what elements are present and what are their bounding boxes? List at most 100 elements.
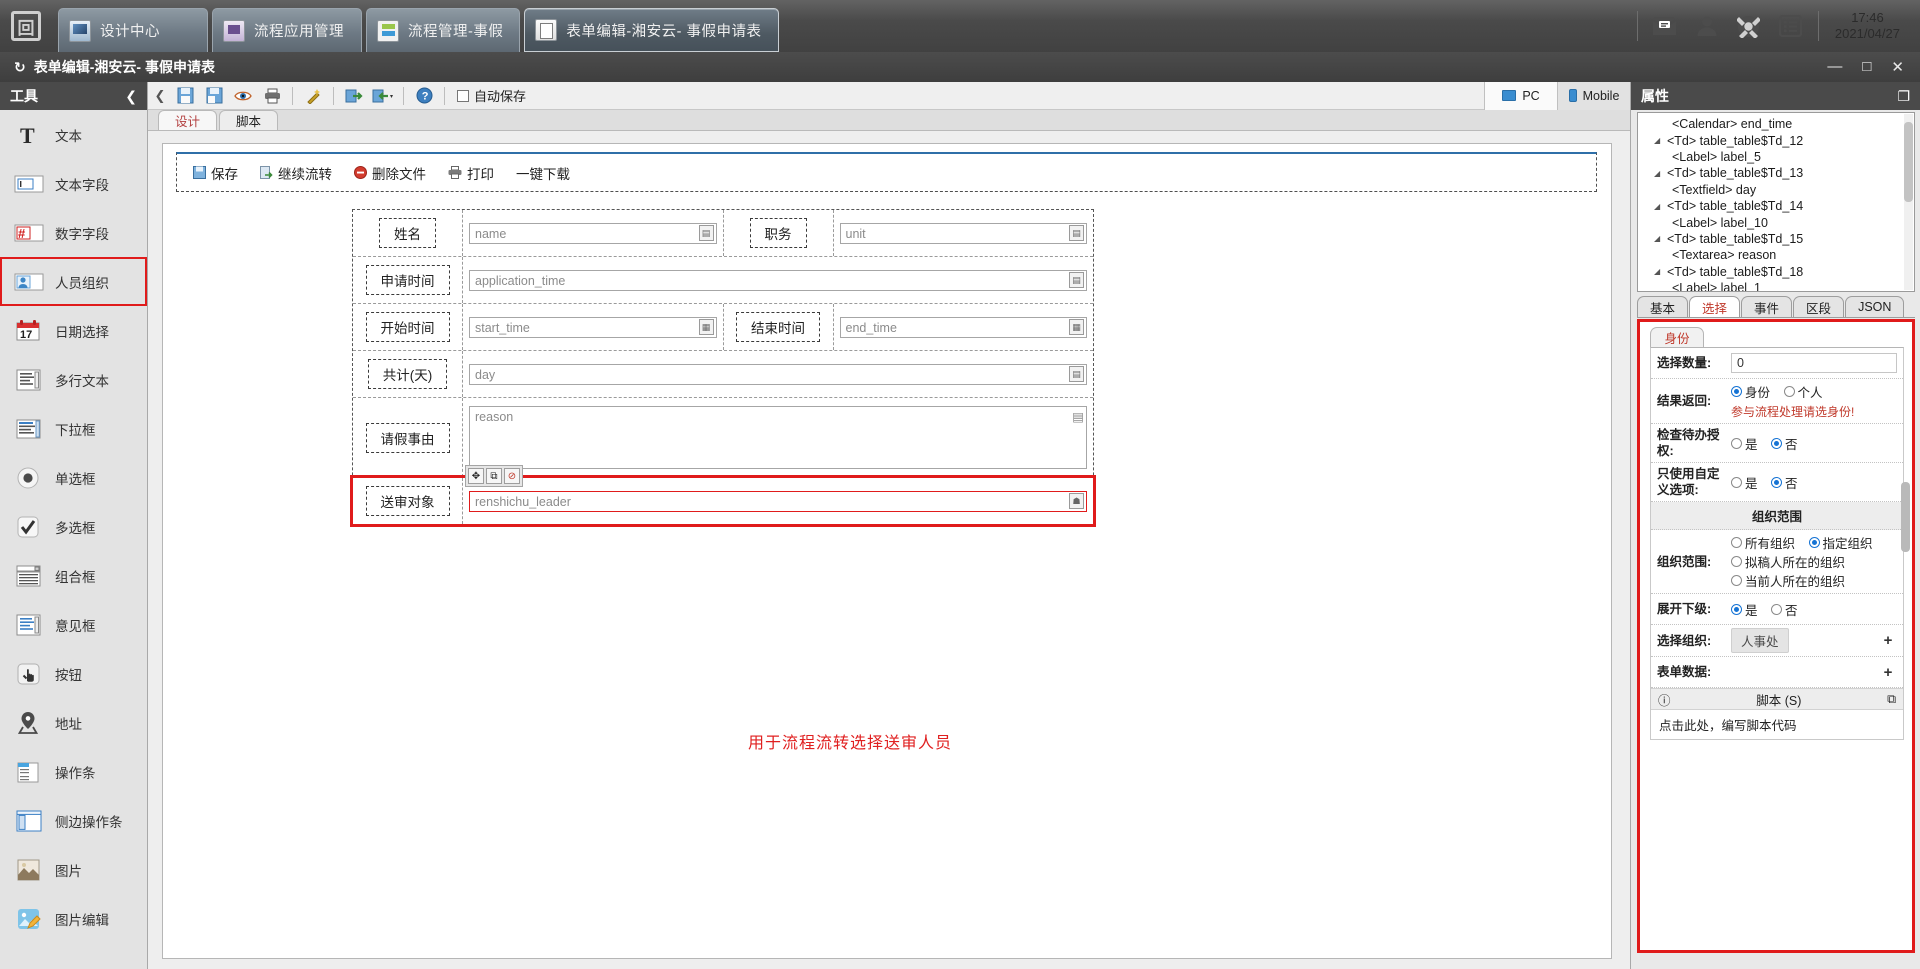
expand-arrow-icon[interactable]: ◢ <box>1654 169 1663 178</box>
radio-expand-yes[interactable]: 是 <box>1731 600 1758 619</box>
tool-item-checkbox[interactable]: 多选框 <box>0 502 147 551</box>
tool-item-button[interactable]: 按钮 <box>0 649 147 698</box>
close-button[interactable]: ✕ <box>1891 58 1904 76</box>
view-mode-pc[interactable]: PC <box>1484 81 1557 110</box>
radio-org-drafter[interactable]: 拟稿人所在的组织 <box>1731 552 1845 571</box>
tree-scrollbar-thumb[interactable] <box>1904 122 1913 202</box>
tool-item-image-edit[interactable]: 图片编辑 <box>0 894 147 943</box>
print-icon[interactable] <box>260 85 284 107</box>
minimize-button[interactable]: — <box>1827 58 1842 76</box>
tab-select[interactable]: 选择 <box>1689 296 1741 317</box>
tree-node[interactable]: <Textarea> reason <box>1638 247 1914 263</box>
form-action-forward[interactable]: 继续流转 <box>260 163 332 183</box>
person-badge-icon[interactable]: ☗ <box>1069 492 1084 509</box>
dropdown-badge-icon[interactable]: ▤ <box>1069 271 1084 288</box>
refresh-icon[interactable]: ↻ <box>14 59 26 76</box>
export-icon[interactable] <box>371 85 395 107</box>
count-input[interactable]: 0 <box>1731 353 1897 373</box>
form-input-unit[interactable]: unit ▤ <box>839 222 1087 244</box>
tool-item-numberfield[interactable]: # 数字字段 <box>0 208 147 257</box>
user-icon[interactable] <box>1686 6 1728 46</box>
tool-item-image[interactable]: 图片 <box>0 845 147 894</box>
dropdown-badge-icon[interactable]: ▤ <box>1069 365 1084 382</box>
wand-icon[interactable] <box>301 85 325 107</box>
tool-item-combobox[interactable]: 组合框 <box>0 551 147 600</box>
tab-identity[interactable]: 身份 <box>1650 327 1704 347</box>
add-org-button[interactable]: + <box>1879 632 1897 649</box>
lifebuoy-icon[interactable] <box>1728 6 1770 46</box>
info-icon[interactable]: ⓘ <box>1658 690 1671 709</box>
calendar-badge-icon[interactable]: ▦ <box>698 318 714 335</box>
tab-script[interactable]: 脚本 <box>219 110 279 130</box>
restore-icon[interactable]: ❐ <box>1897 88 1910 105</box>
tool-item-textfield[interactable]: 文本字段 <box>0 159 147 208</box>
radio-org-all[interactable]: 所有组织 <box>1731 533 1795 552</box>
move-icon[interactable]: ✥ <box>468 468 484 484</box>
mail-icon[interactable] <box>1644 6 1686 46</box>
script-hint[interactable]: 点击此处，编写脚本代码 <box>1651 710 1903 739</box>
import-icon[interactable] <box>342 85 366 107</box>
radio-expand-no[interactable]: 否 <box>1771 600 1798 619</box>
radio-custom-no[interactable]: 否 <box>1771 473 1798 492</box>
tree-node[interactable]: ◢ <Td> table_table$Td_18 <box>1638 264 1914 280</box>
expand-arrow-icon[interactable]: ◢ <box>1654 234 1663 243</box>
chevron-left-icon[interactable]: ❮ <box>152 88 168 104</box>
selected-org-chip[interactable]: 人事处 <box>1731 628 1789 653</box>
tree-node[interactable]: <Label> label_10 <box>1638 214 1914 230</box>
expand-arrow-icon[interactable]: ◢ <box>1654 267 1663 276</box>
preview-eye-icon[interactable] <box>231 85 255 107</box>
tool-item-org-person[interactable]: 人员组织 <box>0 257 147 306</box>
tool-item-opinion[interactable]: 意见框 <box>0 600 147 649</box>
tool-item-radio[interactable]: 单选框 <box>0 453 147 502</box>
autosave-checkbox[interactable]: 自动保存 <box>457 86 526 105</box>
component-tree[interactable]: <Calendar> end_time ◢ <Td> table_table$T… <box>1637 112 1915 292</box>
tab-json[interactable]: JSON <box>1845 296 1905 317</box>
copy-icon[interactable]: ⧉ <box>486 468 502 484</box>
dropdown-badge-icon[interactable]: ▤ <box>1069 224 1084 241</box>
help-icon[interactable]: ? <box>412 85 436 107</box>
form-input-name[interactable]: name ▤ <box>469 222 717 244</box>
tab-basic[interactable]: 基本 <box>1637 296 1689 317</box>
tool-item-actionbar[interactable]: 操作条 <box>0 747 147 796</box>
form-canvas[interactable]: 保存 继续流转 删除文件 打印 一键下载 姓名 name ▤ 职务 unit ▤… <box>162 143 1612 959</box>
form-input-end-time[interactable]: end_time ▦ <box>839 316 1087 338</box>
form-textarea-reason[interactable]: reason ▤ <box>469 406 1087 469</box>
radio-org-specified[interactable]: 指定组织 <box>1808 533 1873 552</box>
radio-todo-no[interactable]: 否 <box>1771 434 1798 453</box>
window-tab-design-center[interactable]: 设计中心 <box>58 8 208 52</box>
radio-result-person[interactable]: 个人 <box>1783 382 1823 401</box>
form-input-approver[interactable]: renshichu_leader ☗ <box>469 490 1087 512</box>
tree-node[interactable]: ◢ <Td> table_table$Td_14 <box>1638 198 1914 214</box>
chevron-left-icon[interactable]: ❮ <box>125 88 137 105</box>
tree-node[interactable]: <Textfield> day <box>1638 182 1914 198</box>
window-tab-process-app[interactable]: 流程应用管理 <box>212 8 362 52</box>
view-mode-mobile[interactable]: Mobile <box>1557 81 1630 110</box>
tree-node[interactable]: ◢ <Td> table_table$Td_12 <box>1638 132 1914 148</box>
form-action-print[interactable]: 打印 <box>448 163 494 183</box>
form-input-start-time[interactable]: start_time ▦ <box>469 316 717 338</box>
calendar-badge-icon[interactable]: ▦ <box>1069 318 1084 335</box>
list-icon[interactable] <box>1770 6 1812 46</box>
tree-node[interactable]: ◢ <Td> table_table$Td_13 <box>1638 165 1914 181</box>
tree-scrollbar[interactable] <box>1904 114 1913 290</box>
expand-icon[interactable]: ⧉ <box>1887 692 1896 707</box>
tool-item-dropdown[interactable]: 下拉框 <box>0 404 147 453</box>
expand-arrow-icon[interactable]: ◢ <box>1654 202 1663 211</box>
form-input-application-time[interactable]: application_time ▤ <box>469 269 1087 291</box>
radio-todo-yes[interactable]: 是 <box>1731 434 1758 453</box>
radio-result-identity[interactable]: 身份 <box>1731 382 1770 401</box>
expand-arrow-icon[interactable]: ◢ <box>1654 136 1663 145</box>
tree-node[interactable]: ◢ <Td> table_table$Td_15 <box>1638 231 1914 247</box>
radio-custom-yes[interactable]: 是 <box>1731 473 1758 492</box>
tree-node[interactable]: <Label> label_5 <box>1638 149 1914 165</box>
form-row-approver[interactable]: ✥ ⧉ ⊘ 送审对象 renshichu_leader ☗ <box>350 465 1096 527</box>
window-tab-process-manage[interactable]: 流程管理-事假 <box>366 8 521 52</box>
tab-event[interactable]: 事件 <box>1741 296 1793 317</box>
save-as-icon[interactable] <box>202 85 226 107</box>
radio-org-current[interactable]: 当前人所在的组织 <box>1731 571 1845 590</box>
properties-scrollbar-thumb[interactable] <box>1901 482 1910 552</box>
tree-node[interactable]: <Label> label_1 <box>1638 280 1914 291</box>
tool-item-side-actionbar[interactable]: 侧边操作条 <box>0 796 147 845</box>
form-action-delete[interactable]: 删除文件 <box>354 163 426 183</box>
tool-item-calendar[interactable]: 17 日期选择 <box>0 306 147 355</box>
